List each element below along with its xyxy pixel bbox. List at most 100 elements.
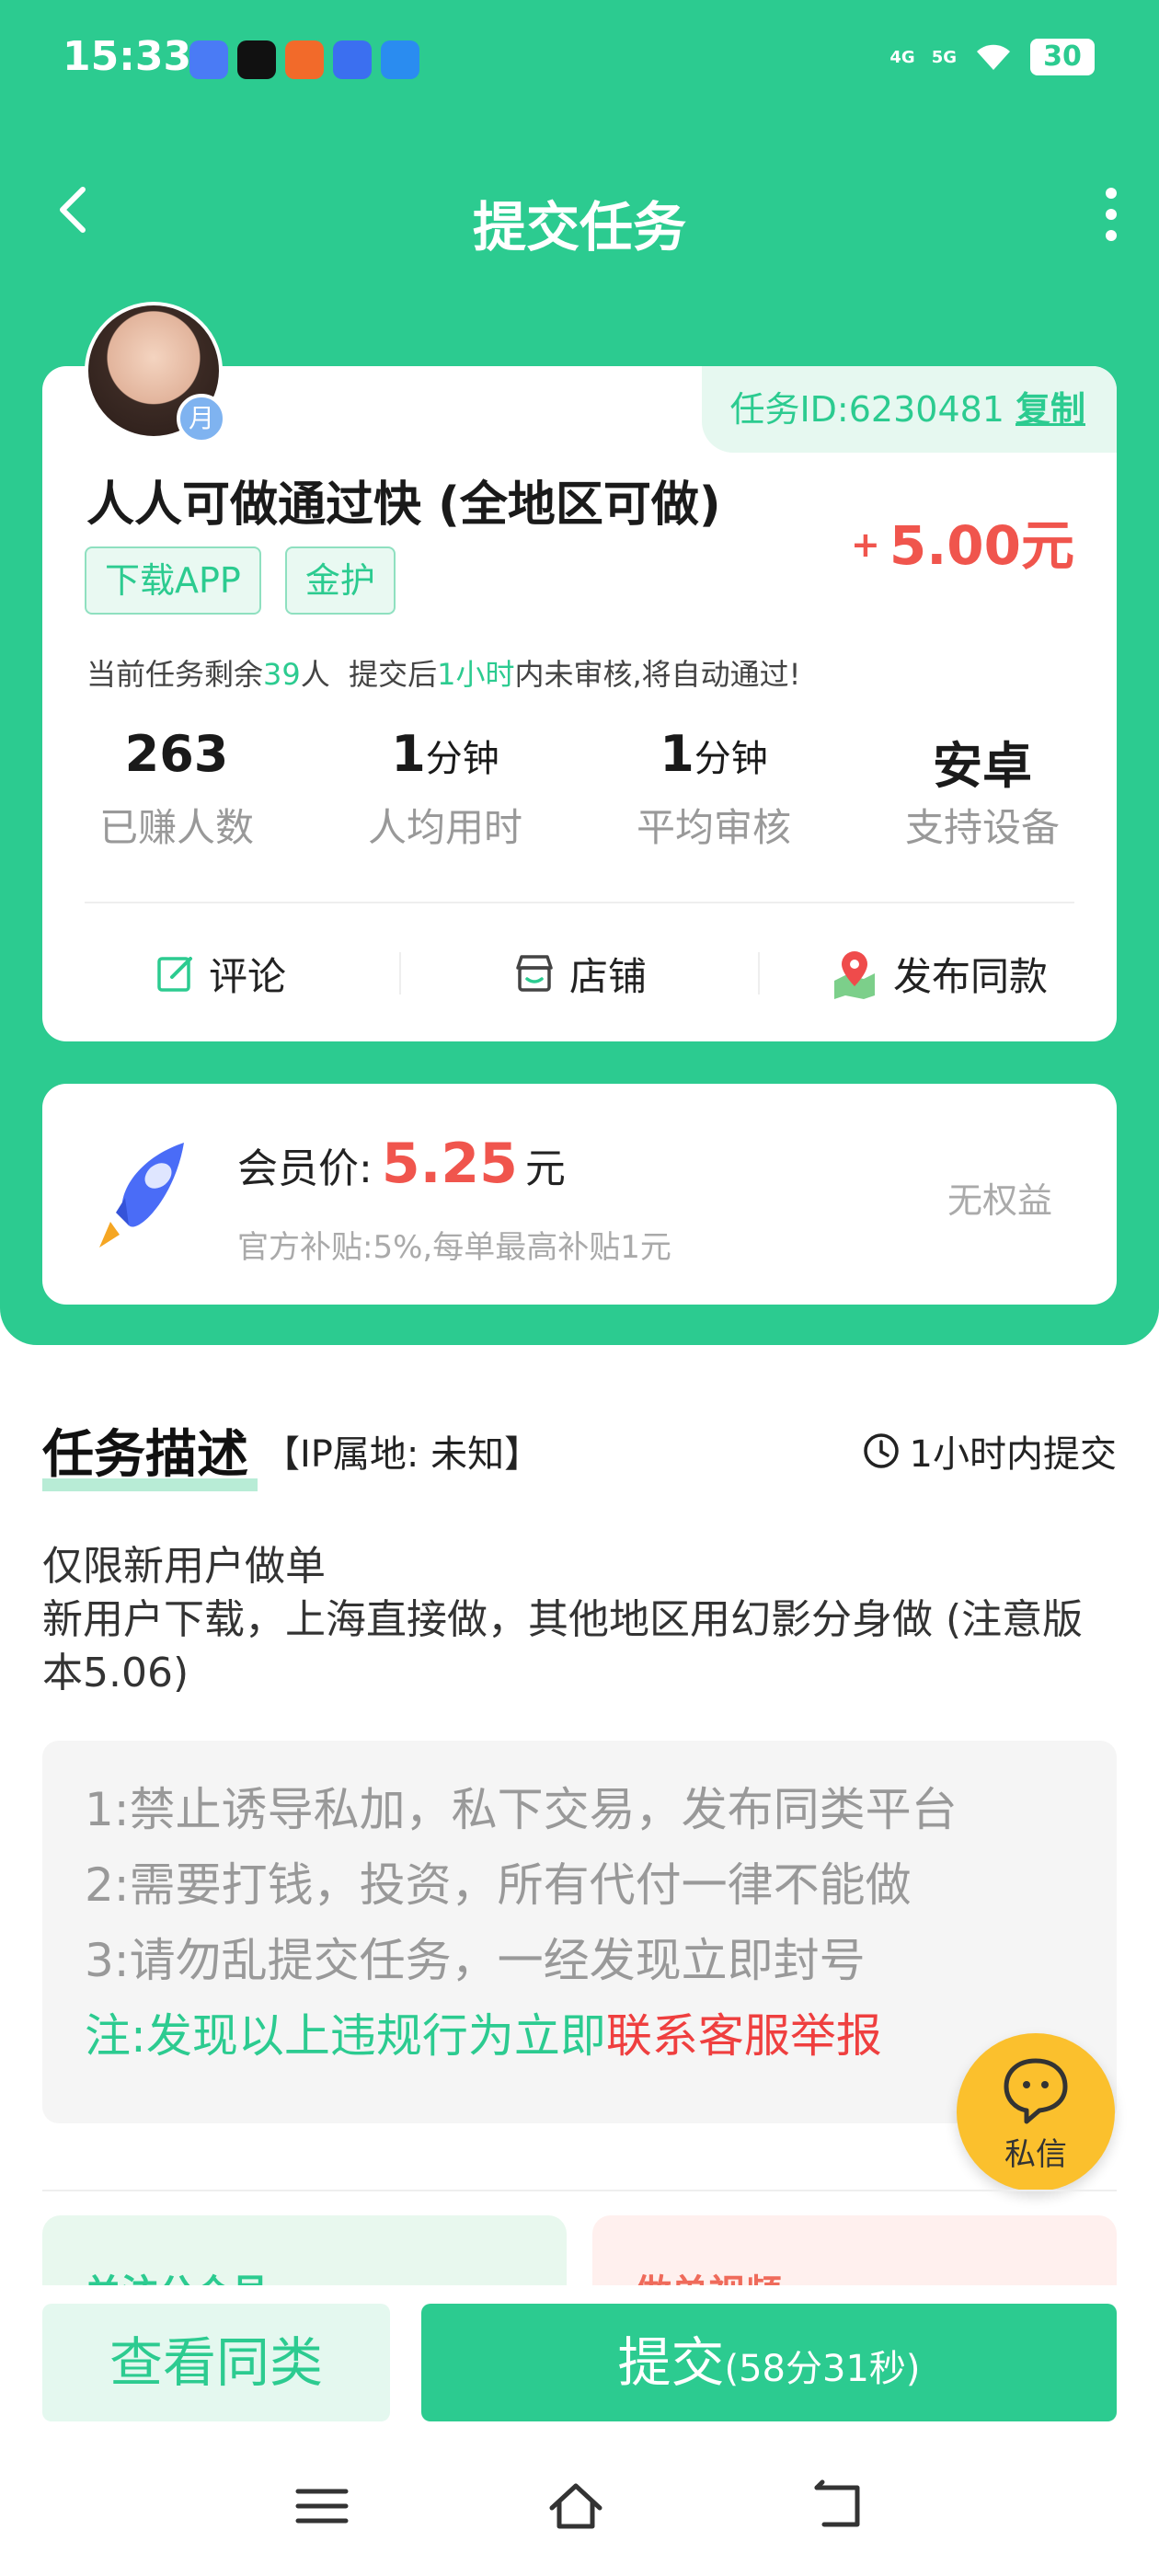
task-id-box: 任务ID:6230481 复制 [702,366,1117,453]
tiktok-notification-icon [237,40,276,79]
system-nav-bar [0,2438,1159,2576]
map-pin-icon [833,951,875,999]
warning-text: 注:发现以上违规行为立即 [85,2009,606,2063]
task-tags: 下载APP 金护 [85,546,396,615]
stat-avg-time: 1分钟 人均用时 [311,725,580,853]
task-price: +5.00元 [851,502,1074,580]
report-link[interactable]: 联系客服举报 [606,2009,882,2063]
clock-icon [863,1433,899,1468]
remain-suffix: 内未审核,将自动通过! [514,657,801,692]
stat-earned: 263 已赚人数 [42,725,311,853]
submit-timer: (58分31秒) [724,2348,921,2390]
price-sign: + [851,524,880,565]
bottom-action-bar: 查看同类 提交(58分31秒) [0,2285,1159,2438]
rocket-icon [99,1143,184,1248]
remain-prefix: 当前任务剩余 [86,657,264,692]
member-price-card[interactable]: 会员价: 5.25 元 官方补贴:5%,每单最高补贴1元 无权益 [42,1084,1117,1305]
copy-link[interactable]: 复制 [1016,389,1085,430]
tag-download-app: 下载APP [85,546,261,615]
signal-4g-icon: 4G [889,47,915,67]
tag-protection: 金护 [284,546,396,615]
shop-button[interactable]: 店铺 [401,946,758,1002]
member-price: 会员价: 5.25 元 [237,1132,566,1196]
submit-deadline: 1小时内提交 [862,1424,1117,1478]
avatar-badge: 月 [177,394,226,443]
description-heading: 任务描述 [42,1413,258,1491]
status-time: 15:33 [63,33,192,80]
member-subsidy-note: 官方补贴:5%,每单最高补贴1元 [237,1229,671,1266]
rule-item: 3:请勿乱提交任务，一经发现立即封号 [85,1934,866,1987]
more-vertical-icon[interactable] [1102,186,1120,243]
divider [85,902,1074,903]
remaining-info: 当前任务剩余39人 提交后1小时内未审核,将自动通过! [86,651,800,694]
rule-item: 2:需要打钱，投资，所有代付一律不能做 [85,1858,912,1912]
stat-label: 人均用时 [367,805,522,850]
comment-label: 评论 [208,953,286,999]
remain-count: 39 [263,657,301,692]
submit-label: 提交 [617,2331,725,2394]
task-card: 任务ID:6230481 复制 人人可做通过快 (全地区可做) +5.00元 下载… [42,366,1117,1041]
publish-same-button[interactable]: 发布同款 [760,946,1117,1002]
rules-box: 1:禁止诱导私加，私下交易，发布同类平台 2:需要打钱，投资，所有代付一律不能做… [42,1741,1117,2123]
notification-icons [189,40,419,79]
private-message-button[interactable]: 私信 [957,2033,1115,2191]
stat-avg-review: 1分钟 平均审核 [580,725,848,853]
shop-label: 店铺 [568,953,647,999]
battery-icon: 30 [1030,39,1095,75]
app-notification-icon [189,40,228,79]
menu-icon[interactable] [294,2478,350,2534]
app-notification-icon [285,40,324,79]
promo-card-official[interactable]: 关注公众号 [42,2215,567,2285]
publish-label: 发布同款 [892,953,1048,999]
stat-unit: 分钟 [425,738,499,780]
stat-label: 支持设备 [904,805,1060,850]
price-value: 5.00元 [889,514,1074,577]
task-id: 任务ID:6230481 [729,389,1004,430]
signal-5g-icon: 5G [931,47,957,67]
deadline-text: 1小时内提交 [909,1433,1117,1476]
view-similar-button[interactable]: 查看同类 [42,2304,390,2421]
edit-icon [157,957,192,992]
comment-button[interactable]: 评论 [42,946,399,1002]
chat-bubble-icon [1004,2058,1068,2124]
page-title: 提交任务 [472,196,686,259]
remain-mid: 人 提交后 [300,657,438,692]
stat-value: 263 [124,725,229,783]
description-line: 新用户下载，上海直接做，其他地区用幻影分身做 (注意版本5.06) [42,1596,1084,1696]
promo-label: 关注公众号 [85,2263,269,2285]
rule-warning: 注:发现以上违规行为立即联系客服举报 [85,1998,1074,2074]
member-unit: 元 [524,1145,566,1192]
app-notification-icon [381,40,419,79]
divider [42,2190,1117,2191]
submit-button[interactable]: 提交(58分31秒) [421,2304,1117,2421]
fab-label: 私信 [1004,2136,1067,2173]
rule-item: 1:禁止诱导私加，私下交易，发布同类平台 [85,1783,958,1836]
description-text: 仅限新用户做单 新用户下载，上海直接做，其他地区用幻影分身做 (注意版本5.06… [42,1540,1119,1700]
stat-label: 平均审核 [636,805,791,850]
description-line: 仅限新用户做单 [42,1543,326,1590]
stat-label: 已赚人数 [98,805,254,850]
task-actions: 评论 店铺 发布同款 [42,927,1117,1019]
stat-value: 1 [660,725,694,783]
remain-time: 1小时 [437,657,515,692]
wifi-icon [977,44,1010,70]
status-right: 4G 5G 30 [889,39,1095,75]
member-status: 无权益 [947,1180,1052,1221]
shop-icon [516,955,553,992]
promo-label: 做单视频 [635,2263,782,2285]
member-price-value: 5.25 [381,1132,518,1196]
home-icon[interactable] [548,2478,603,2534]
task-stats: 263 已赚人数 1分钟 人均用时 1分钟 平均审核 安卓 支持设备 [42,725,1117,853]
description-title: 任务描述 [42,1425,248,1485]
baidu-notification-icon [333,40,372,79]
stat-unit: 分钟 [694,738,768,780]
ip-location: 【IP属地: 未知】 [263,1433,542,1476]
back-icon[interactable] [809,2478,865,2534]
member-label: 会员价: [237,1145,373,1192]
task-title: 人人可做通过快 (全地区可做) [86,477,721,533]
status-bar: 15:33 4G 5G 30 [0,0,1159,125]
stat-value: 1 [391,725,426,783]
stat-device: 安卓 支持设备 [848,725,1117,853]
stat-value: 安卓 [933,737,1032,795]
promo-card-video[interactable]: 做单视频 [592,2215,1117,2285]
